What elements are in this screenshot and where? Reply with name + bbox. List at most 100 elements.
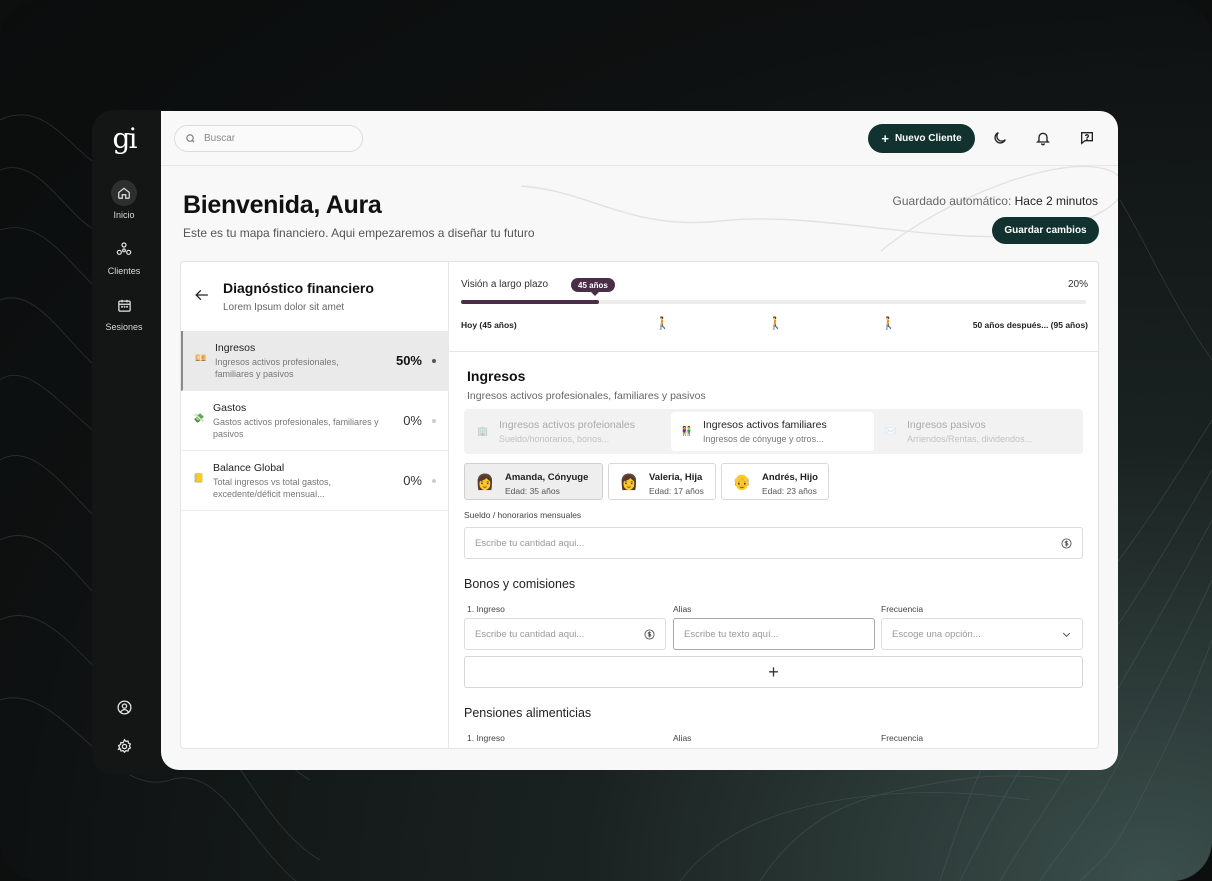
person-name: Amanda, Cónyuge	[505, 472, 589, 483]
profile-button[interactable]	[92, 694, 156, 724]
pension-income-label: 1. Ingreso	[467, 733, 505, 743]
plus-icon: +	[881, 130, 889, 146]
status-dot	[432, 359, 436, 363]
pension-frequency-label: Frecuencia	[881, 733, 924, 743]
autosave-status: Guardado automático: Hace 2 minutos	[893, 194, 1098, 208]
tab-name: Ingresos pasivos	[907, 419, 986, 431]
save-changes-button[interactable]: Guardar cambios	[992, 217, 1099, 244]
app-logo[interactable]: gi	[92, 122, 156, 155]
sidebar-item-label: Sesiones	[105, 322, 143, 332]
sidebar-item-inicio[interactable]: Inicio	[92, 180, 156, 220]
pension-alias-label: Alias	[673, 733, 692, 743]
category-percent: 50%	[395, 353, 422, 368]
arrow-left-icon	[195, 289, 208, 301]
money-icon: 💴	[195, 353, 207, 363]
bonus-income-placeholder: Escribe tu cantidad aqui...	[475, 628, 585, 640]
timeline-start: Hoy (45 años)	[461, 320, 517, 330]
diagnostic-nav: Diagnóstico financiero Lorem Ipsum dolor…	[181, 262, 449, 748]
diagnostic-subtitle: Lorem Ipsum dolor sit amet	[223, 302, 345, 313]
person-age: Edad: 35 años	[505, 486, 560, 496]
balance-icon: 📒	[193, 473, 205, 483]
section-title: Ingresos	[467, 368, 526, 384]
calendar-icon	[111, 292, 137, 318]
tab-sub: Sueldo/honorarios, bonos...	[499, 434, 610, 444]
help-button[interactable]	[1077, 128, 1097, 148]
app-window: Buscar + Nuevo Cliente Bienvenida, Aura …	[161, 111, 1118, 770]
walking-person-icon: 🚶	[655, 316, 670, 330]
category-name: Balance Global	[213, 462, 285, 474]
timeline-track	[461, 300, 1086, 304]
person-age: Edad: 17 años	[649, 486, 704, 496]
timeline-progress	[461, 300, 599, 304]
bonus-frequency-select[interactable]: Escoge una opción...	[881, 618, 1083, 650]
bonus-income-label: 1. Ingreso	[467, 604, 505, 614]
category-desc: Total ingresos vs total gastos, excedent…	[213, 477, 332, 499]
category-name: Ingresos	[215, 342, 256, 354]
bonus-frequency-label: Frecuencia	[881, 604, 924, 614]
autosave-time: Hace 2 minutos	[1014, 194, 1098, 208]
sidebar-item-clientes[interactable]: Clientes	[92, 236, 156, 276]
envelope-icon: ✉️	[885, 426, 897, 436]
walking-person-icon: 🚶	[881, 316, 896, 330]
new-client-label: Nuevo Cliente	[894, 133, 962, 144]
income-type-tabs: 🏢 Ingresos activos profeionales Sueldo/h…	[464, 409, 1083, 454]
bonus-alias-label: Alias	[673, 604, 692, 614]
salary-input[interactable]: Escribe tu cantidad aqui...	[464, 527, 1083, 559]
gear-icon	[111, 733, 137, 759]
tab-ingresos-familiares[interactable]: 👫 Ingresos activos familiares Ingresos d…	[671, 412, 874, 451]
dark-mode-toggle[interactable]	[990, 128, 1010, 148]
category-gastos[interactable]: 💸 Gastos Gastos activos profesionales, f…	[181, 391, 449, 451]
back-button[interactable]	[195, 288, 209, 306]
bonus-alias-input[interactable]: Escribe tu texto aquí...	[673, 618, 875, 650]
incomes-form: Ingresos Ingresos activos profesionales,…	[449, 352, 1098, 748]
topbar: Buscar + Nuevo Cliente	[161, 111, 1118, 166]
long-term-timeline: Visión a largo plazo 45 años 20% Hoy (45…	[449, 262, 1098, 352]
add-bonus-row-button[interactable]: +	[464, 656, 1083, 688]
user-circle-icon	[111, 694, 137, 720]
tab-ingresos-pasivos[interactable]: ✉️ Ingresos pasivos Arriendos/Rentas, di…	[875, 412, 1078, 451]
search-input[interactable]: Buscar	[174, 125, 363, 152]
sidebar-item-label: Inicio	[113, 210, 135, 220]
diagnostic-content: Visión a largo plazo 45 años 20% Hoy (45…	[449, 262, 1098, 748]
search-icon	[186, 134, 195, 143]
person-card-valeria[interactable]: 👩 Valeria, Hija Edad: 17 años	[608, 463, 716, 500]
salary-label: Sueldo / honorarios mensuales	[464, 510, 582, 520]
salary-placeholder: Escribe tu cantidad aqui...	[475, 537, 585, 549]
autosave-label: Guardado automático:	[892, 194, 1012, 208]
category-percent: 0%	[403, 413, 422, 428]
page-title: Bienvenida, Aura	[183, 191, 382, 219]
pension-title: Pensiones alimenticias	[464, 706, 592, 720]
person-card-amanda[interactable]: 👩 Amanda, Cónyuge Edad: 35 años	[464, 463, 603, 500]
person-name: Andrés, Hijo	[762, 472, 818, 483]
person-age: Edad: 23 años	[762, 486, 817, 496]
category-ingresos[interactable]: 💴 Ingresos Ingresos activos profesionale…	[181, 331, 449, 391]
person-name: Valeria, Hija	[649, 472, 703, 483]
search-placeholder: Buscar	[204, 133, 236, 144]
timeline-end: 50 años después... (95 años)	[972, 320, 1088, 330]
person-card-andres[interactable]: 👴 Andrés, Hijo Edad: 23 años	[721, 463, 829, 500]
tab-name: Ingresos activos familiares	[703, 419, 827, 431]
sidebar-item-label: Clientes	[107, 266, 141, 276]
status-dot	[432, 479, 436, 483]
category-percent: 0%	[403, 473, 422, 488]
bonus-income-input[interactable]: Escribe tu cantidad aqui...	[464, 618, 666, 650]
settings-button[interactable]	[92, 733, 156, 763]
tab-name: Ingresos activos profeionales	[499, 419, 635, 431]
help-chat-icon	[1081, 132, 1093, 145]
home-icon	[111, 180, 137, 206]
new-client-button[interactable]: + Nuevo Cliente	[868, 124, 975, 153]
tab-sub: Arriendos/Rentas, dividendos...	[907, 434, 1033, 444]
avatar: 👩	[619, 474, 639, 491]
avatar: 👴	[732, 474, 752, 491]
family-icon: 👫	[681, 426, 693, 436]
tab-ingresos-profesionales[interactable]: 🏢 Ingresos activos profeionales Sueldo/h…	[467, 412, 670, 451]
status-dot	[432, 419, 436, 423]
category-balance-global[interactable]: 📒 Balance Global Total ingresos vs total…	[181, 451, 449, 511]
chevron-down-icon	[1062, 632, 1071, 638]
bell-icon	[1036, 132, 1050, 146]
notifications-button[interactable]	[1033, 128, 1053, 148]
clients-icon	[111, 236, 137, 262]
office-icon: 🏢	[477, 426, 489, 436]
category-desc: Gastos activos profesionales, familiares…	[213, 417, 379, 439]
sidebar-item-sesiones[interactable]: Sesiones	[92, 292, 156, 332]
